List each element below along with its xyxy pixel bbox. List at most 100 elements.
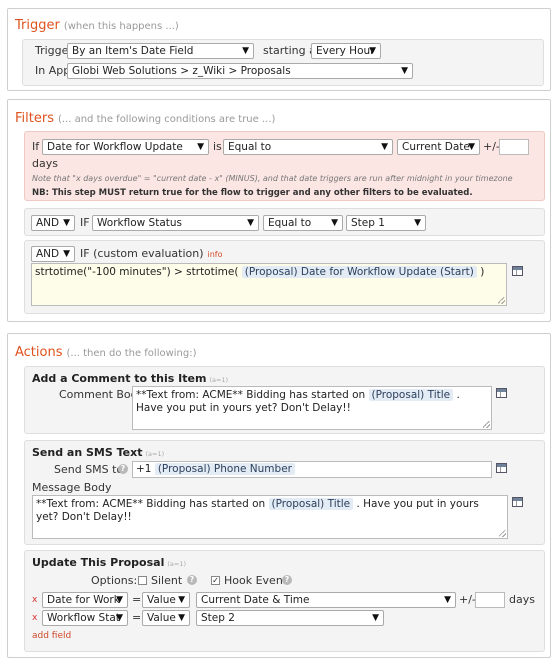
status-field-select[interactable]: Workflow Status ▼ <box>92 215 259 231</box>
status-operator-select[interactable]: Equal to ▼ <box>263 215 343 231</box>
message-body-textarea[interactable]: **Text from: ACME** Bidding has started … <box>32 495 508 539</box>
actions-title: Actions <box>15 345 63 360</box>
status-conj-select[interactable]: AND ▼ <box>31 215 75 231</box>
remove-field-icon[interactable]: x <box>32 595 37 605</box>
status-operator-value: Equal to <box>268 217 312 229</box>
chevron-down-icon: ▼ <box>178 613 185 623</box>
update-value-select-2[interactable]: Step 2 ▼ <box>196 610 384 626</box>
custom-filter-panel: AND ▼ IF (custom evaluation) info strtotim… <box>24 240 545 314</box>
trigger-title: Trigger <box>15 18 60 33</box>
chevron-down-icon: ▼ <box>381 142 388 152</box>
date-operator-value: Equal to <box>228 141 272 153</box>
starting-at-select[interactable]: Every Hour ▼ <box>311 43 381 59</box>
date-offset-input[interactable] <box>499 139 529 155</box>
days-label: days <box>32 157 58 170</box>
help-icon[interactable]: ? <box>118 464 128 474</box>
add-field-link[interactable]: add field <box>32 631 71 641</box>
date-filter-panel: If Date for Workflow Update ▼ is Equal to… <box>24 131 545 201</box>
resize-grip-icon[interactable] <box>498 297 505 304</box>
overdue-note: Note that "x days overdue" = "current da… <box>32 174 513 183</box>
custom-eval-text: IF (custom evaluation) <box>80 247 204 260</box>
field-picker-icon[interactable] <box>496 388 507 398</box>
date-value-value: Current Date <box>402 141 470 153</box>
chevron-down-icon: ▼ <box>369 46 376 56</box>
chevron-down-icon: ▼ <box>63 249 70 259</box>
custom-conj-value: AND <box>36 248 60 260</box>
if-label: If <box>32 140 40 153</box>
trigger-type-value: By an Item's Date Field <box>72 45 194 57</box>
trigger-subtitle: (when this happens ...) <box>63 21 179 32</box>
update-title-text: Update This Proposal <box>32 556 165 569</box>
status-value-select[interactable]: Step 1 ▼ <box>346 215 426 231</box>
plusminus-label: +/- <box>483 140 500 153</box>
chevron-down-icon: ▼ <box>197 142 204 152</box>
resize-grip-icon[interactable] <box>499 530 506 537</box>
plusminus-label: +/- <box>459 593 476 606</box>
update-value-value-2: Step 2 <box>201 612 235 624</box>
trigger-panel: Trigger: By an Item's Date Field ▼ starti… <box>22 39 544 86</box>
comment-body-textarea[interactable]: **Text from: ACME** Bidding has started … <box>132 386 492 430</box>
starting-at-value: Every Hour <box>316 45 375 57</box>
days-label: days <box>509 593 535 606</box>
custom-conj-select[interactable]: AND ▼ <box>31 246 75 262</box>
chevron-down-icon: ▼ <box>331 218 338 228</box>
date-value-select[interactable]: Current Date ▼ <box>397 139 480 155</box>
chevron-down-icon: ▼ <box>178 595 185 605</box>
custom-eval-textarea[interactable]: strtotime("-100 minutes") > strtotime( (… <box>31 263 507 306</box>
update-action-title: Update This Proposal (a=1) <box>32 556 186 571</box>
date-operator-select[interactable]: Equal to ▼ <box>223 139 393 155</box>
code-suffix: ) <box>480 266 485 278</box>
options-label: Options: <box>91 574 138 587</box>
update-field-select-1[interactable]: Date for Work ▼ <box>42 592 128 608</box>
custom-eval-label: IF (custom evaluation) info <box>80 247 223 262</box>
code-prefix: strtotime("-100 minutes") > strtotime( <box>35 266 239 278</box>
status-if-label: IF <box>80 216 90 229</box>
update-type-select-2[interactable]: Value ▼ <box>142 610 190 626</box>
help-icon[interactable]: ? <box>282 575 292 585</box>
chevron-down-icon: ▼ <box>468 142 475 152</box>
chevron-down-icon: ▼ <box>116 613 123 623</box>
update-field-select-2[interactable]: Workflow Stat ▼ <box>42 610 128 626</box>
update-type-select-1[interactable]: Value ▼ <box>142 592 190 608</box>
remove-field-icon[interactable]: x <box>32 613 37 623</box>
update-action-panel: Update This Proposal (a=1) Options: Silen… <box>24 550 545 652</box>
chevron-down-icon: ▼ <box>63 218 70 228</box>
actions-heading: Actions (... then do the following:) <box>15 345 197 360</box>
send-to-input[interactable]: +1 (Proposal) Phone Number <box>132 461 492 478</box>
date-field-value: Date for Workflow Update <box>47 141 183 153</box>
actions-section: Actions (... then do the following:) Add … <box>7 333 551 658</box>
field-picker-icon[interactable] <box>496 463 507 473</box>
status-filter-panel: AND ▼ IF Workflow Status ▼ Equal to ▼ Step … <box>24 208 545 236</box>
comment-title-text: Add a Comment to this Item <box>32 372 207 385</box>
update-type-value-1: Value <box>147 594 176 606</box>
send-to-prefix: +1 <box>136 463 152 475</box>
app-value: Globi Web Solutions > z_Wiki > Proposals <box>72 65 291 77</box>
silent-checkbox[interactable] <box>138 576 147 585</box>
comment-action-title: Add a Comment to this Item (a=1) <box>32 372 228 387</box>
comment-action-panel: Add a Comment to this Item (a=1) Comment … <box>24 366 545 434</box>
comment-tag: (a=1) <box>209 376 229 384</box>
status-value-value: Step 1 <box>351 217 385 229</box>
update-value-select-1[interactable]: Current Date & Time ▼ <box>196 592 456 608</box>
date-field-select[interactable]: Date for Workflow Update ▼ <box>42 139 209 155</box>
app-select[interactable]: Globi Web Solutions > z_Wiki > Proposals… <box>67 63 413 79</box>
chevron-down-icon: ▼ <box>401 66 408 76</box>
chevron-down-icon: ▼ <box>242 46 249 56</box>
send-to-label: Send SMS to <box>54 463 124 476</box>
update-offset-input[interactable] <box>475 592 505 608</box>
hook-event-checkbox[interactable]: ✓ <box>211 576 220 585</box>
sms-action-panel: Send an SMS Text (a=1) Send SMS to ? +1 (… <box>24 440 545 545</box>
sms-action-title: Send an SMS Text (a=1) <box>32 446 164 461</box>
update-tag: (a=1) <box>167 560 186 568</box>
field-picker-icon[interactable] <box>512 497 523 507</box>
chevron-down-icon: ▼ <box>247 218 254 228</box>
trigger-heading: Trigger (when this happens ...) <box>15 18 179 33</box>
info-link[interactable]: info <box>208 250 223 259</box>
help-icon[interactable]: ? <box>187 575 197 585</box>
field-picker-icon[interactable] <box>512 266 523 276</box>
hook-event-label: Hook Event <box>224 574 288 587</box>
trigger-section: Trigger (when this happens ...) Trigger: … <box>7 8 551 91</box>
filters-title: Filters <box>15 111 54 126</box>
resize-grip-icon[interactable] <box>483 421 490 428</box>
trigger-type-select[interactable]: By an Item's Date Field ▼ <box>67 43 254 59</box>
